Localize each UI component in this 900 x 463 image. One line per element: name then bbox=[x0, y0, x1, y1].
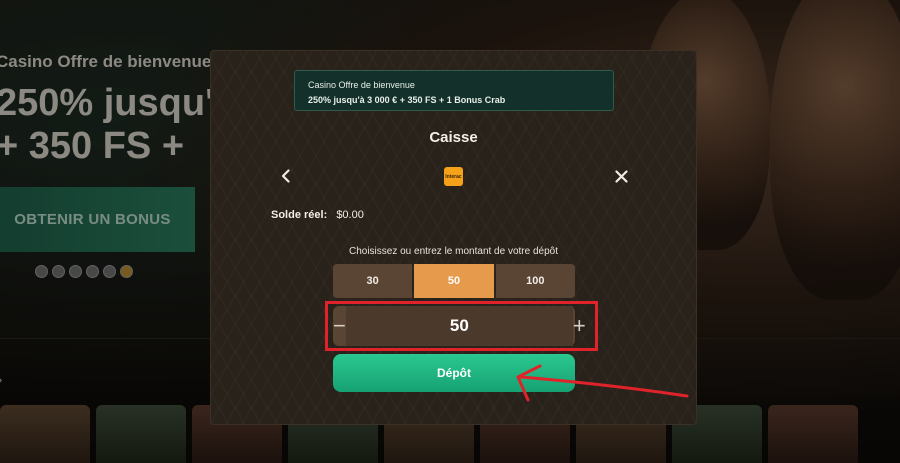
annotation-arrow-icon bbox=[516, 364, 689, 402]
